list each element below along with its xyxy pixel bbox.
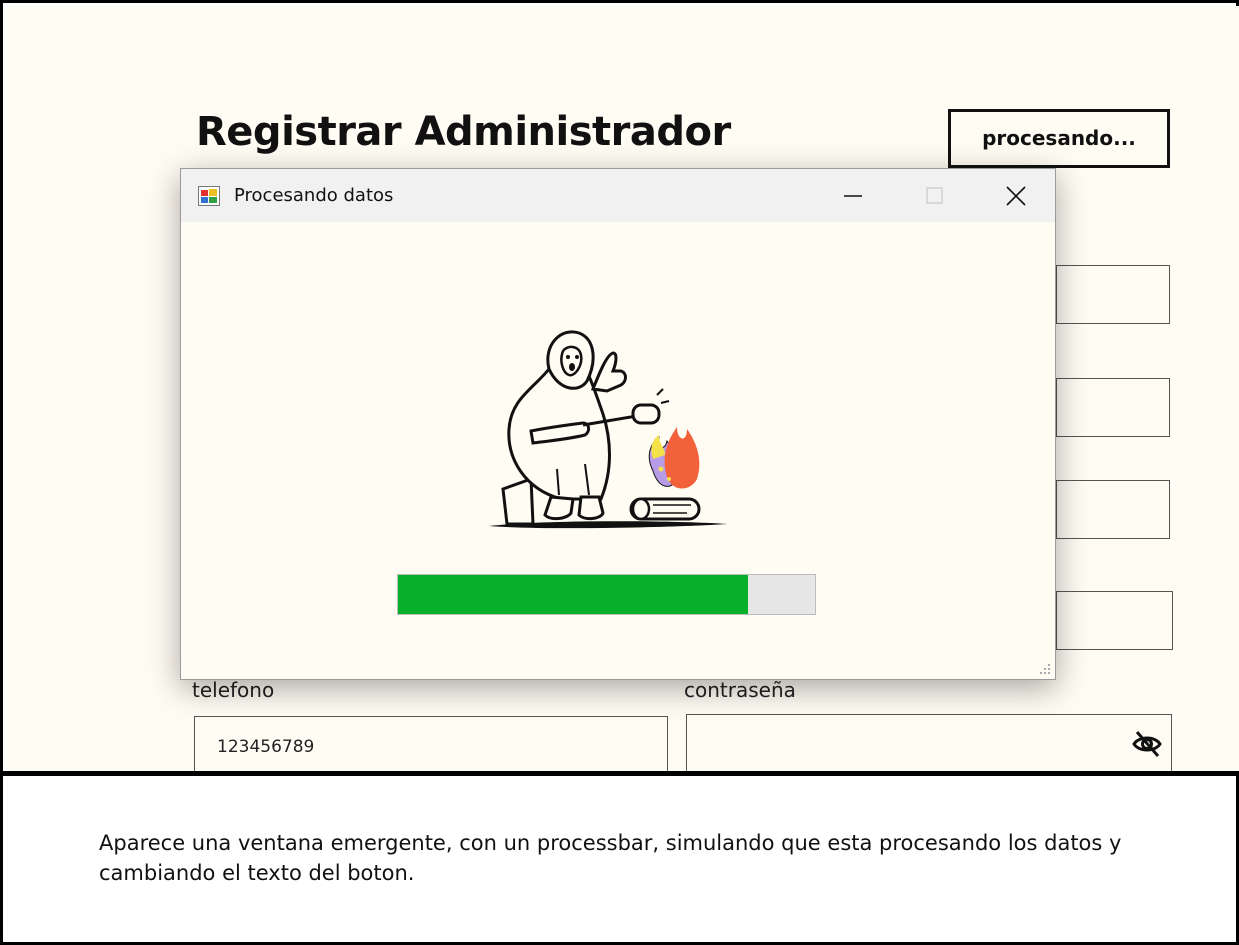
form-field-1[interactable] bbox=[1056, 265, 1170, 324]
resize-grip-icon[interactable] bbox=[1038, 662, 1052, 676]
dialog-titlebar[interactable]: Procesando datos bbox=[181, 169, 1055, 222]
minimize-icon[interactable] bbox=[833, 179, 873, 213]
section-divider bbox=[0, 771, 1239, 776]
telefono-label: telefono bbox=[192, 678, 275, 702]
form-field-4[interactable] bbox=[1056, 591, 1173, 650]
form-field-3[interactable] bbox=[1056, 480, 1170, 539]
progress-bar-fill bbox=[398, 575, 749, 614]
password-label: contraseña bbox=[684, 678, 796, 702]
submit-button[interactable]: procesando... bbox=[948, 109, 1170, 168]
close-icon[interactable] bbox=[995, 179, 1035, 213]
dialog-title: Procesando datos bbox=[234, 185, 394, 206]
window-app-icon bbox=[198, 186, 220, 206]
form-field-2[interactable] bbox=[1056, 378, 1170, 437]
screenshot-frame: Registrar Administrador procesando... te… bbox=[0, 0, 1239, 945]
caption-text: Aparece una ventana emergente, con un pr… bbox=[99, 831, 1122, 885]
campfire-illustration bbox=[489, 330, 728, 529]
processing-dialog: Procesando datos bbox=[180, 168, 1056, 680]
password-input[interactable] bbox=[686, 714, 1172, 774]
page-title: Registrar Administrador bbox=[196, 109, 731, 155]
progress-bar bbox=[397, 574, 816, 615]
maximize-icon[interactable] bbox=[914, 179, 954, 213]
telefono-input[interactable]: 123456789 bbox=[194, 716, 668, 774]
eye-off-icon[interactable] bbox=[1131, 729, 1163, 759]
